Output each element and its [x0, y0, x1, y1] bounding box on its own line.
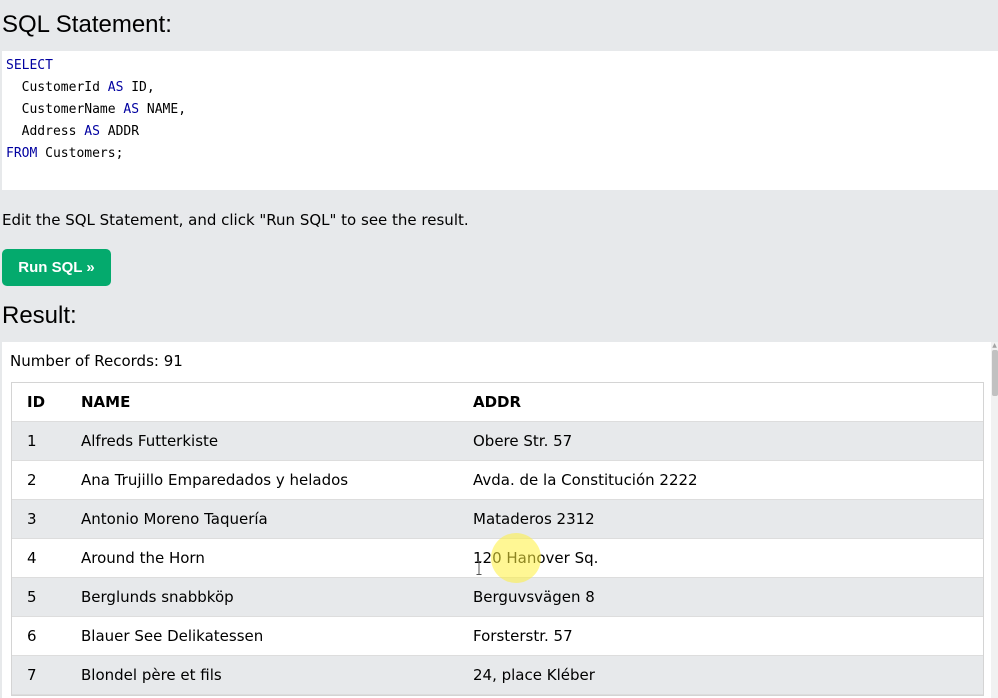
- cell-name: Blauer See Delikatessen: [81, 627, 264, 645]
- table-row: 6 Blauer See Delikatessen Forsterstr. 57: [12, 617, 983, 656]
- cell-name: Antonio Moreno Taquería: [81, 510, 268, 528]
- cell-addr: Obere Str. 57: [473, 432, 573, 450]
- scrollbar-thumb[interactable]: [992, 350, 998, 396]
- result-scrollbar[interactable]: ▲: [991, 342, 998, 698]
- table-row: 4 Around the Horn 120 Hanover Sq.: [12, 539, 983, 578]
- sql-editor[interactable]: SELECT CustomerId AS ID, CustomerName AS…: [2, 51, 998, 190]
- cell-name: Ana Trujillo Emparedados y helados: [81, 471, 349, 489]
- table-row: 5 Berglunds snabbköp Berguvsvägen 8: [12, 578, 983, 617]
- table-row: 7 Blondel père et fils 24, place Kléber: [12, 656, 983, 695]
- table-header-row: ID NAME ADDR: [12, 383, 983, 422]
- cell-name: Blondel père et fils: [81, 666, 222, 684]
- cell-addr: Avda. de la Constitución 2222: [473, 471, 698, 489]
- table-row: 3 Antonio Moreno Taquería Mataderos 2312: [12, 500, 983, 539]
- cell-id: 1: [27, 432, 37, 450]
- sql-code[interactable]: SELECT CustomerId AS ID, CustomerName AS…: [6, 55, 186, 165]
- column-header-name: NAME: [81, 393, 131, 411]
- sql-keyword-from: FROM: [6, 146, 38, 161]
- cell-addr: Mataderos 2312: [473, 510, 595, 528]
- cell-addr: 24, place Kléber: [473, 666, 595, 684]
- sql-keyword-as: AS: [123, 102, 140, 117]
- sql-keyword-as: AS: [107, 80, 124, 95]
- sql-alias: NAME,: [139, 102, 187, 117]
- sql-column: CustomerId: [6, 80, 108, 95]
- cell-addr: 120 Hanover Sq.: [473, 549, 599, 567]
- cell-id: 2: [27, 471, 37, 489]
- sql-keyword-select: SELECT: [6, 58, 53, 73]
- cell-addr: Berguvsvägen 8: [473, 588, 595, 606]
- sql-statement-heading: SQL Statement:: [2, 11, 172, 38]
- records-count: Number of Records: 91: [10, 352, 183, 370]
- sql-table-name: Customers;: [37, 146, 124, 161]
- sql-column: CustomerName: [6, 102, 124, 117]
- page: SQL Statement: SELECT CustomerId AS ID, …: [0, 0, 998, 698]
- instructions-text: Edit the SQL Statement, and click "Run S…: [2, 211, 469, 229]
- cell-addr: Forsterstr. 57: [473, 627, 573, 645]
- result-table: ID NAME ADDR 1 Alfreds Futterkiste Obere…: [11, 382, 984, 696]
- cell-id: 6: [27, 627, 37, 645]
- cell-id: 7: [27, 666, 37, 684]
- column-header-addr: ADDR: [473, 393, 522, 411]
- sql-keyword-as: AS: [84, 124, 100, 139]
- chevron-up-icon[interactable]: ▲: [991, 342, 998, 350]
- cell-name: Around the Horn: [81, 549, 205, 567]
- cell-name: Alfreds Futterkiste: [81, 432, 219, 450]
- cell-name: Berglunds snabbköp: [81, 588, 234, 606]
- run-sql-button[interactable]: Run SQL »: [2, 249, 111, 286]
- sql-column: Address: [6, 124, 85, 139]
- column-header-id: ID: [27, 393, 46, 411]
- table-row: 1 Alfreds Futterkiste Obere Str. 57: [12, 422, 983, 461]
- result-panel: Number of Records: 91 ID NAME ADDR 1 Alf…: [2, 342, 991, 698]
- sql-alias: ADDR: [99, 124, 140, 139]
- cell-id: 5: [27, 588, 37, 606]
- sql-alias: ID,: [123, 80, 155, 95]
- cell-id: 4: [27, 549, 37, 567]
- table-row: 2 Ana Trujillo Emparedados y helados Avd…: [12, 461, 983, 500]
- result-heading: Result:: [2, 302, 77, 329]
- cell-id: 3: [27, 510, 37, 528]
